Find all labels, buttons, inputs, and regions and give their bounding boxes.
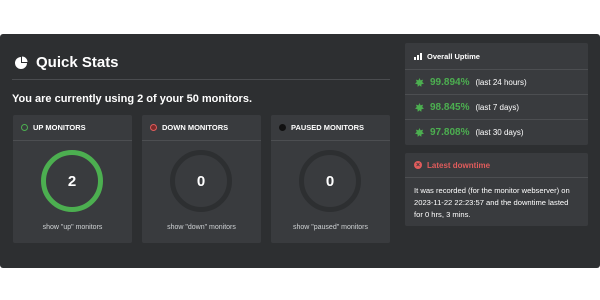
uptime-title: Overall Uptime <box>427 51 480 61</box>
uptime-row-7d: 98.845% (last 7 days) <box>405 95 588 120</box>
uptime-period: (last 24 hours) <box>475 77 527 87</box>
uptime-percent: 99.894% <box>430 76 470 88</box>
show-up-monitors-link[interactable]: show "up" monitors <box>13 224 132 231</box>
quick-stats-header: Quick Stats <box>14 54 119 71</box>
status-burst-icon <box>415 127 424 137</box>
status-burst-icon <box>415 102 424 112</box>
uptime-period: (last 7 days) <box>475 102 520 112</box>
card-title: PAUSED MONITORS <box>291 123 365 132</box>
usage-text: You are currently using 2 of your 50 mon… <box>12 93 253 105</box>
show-down-monitors-link[interactable]: show "down" monitors <box>142 224 261 231</box>
show-paused-monitors-link[interactable]: show "paused" monitors <box>271 224 390 231</box>
uptime-row-30d: 97.808% (last 30 days) <box>405 120 588 144</box>
downtime-header: × Latest downtime <box>405 153 588 178</box>
card-header: PAUSED MONITORS <box>271 115 390 141</box>
paused-count-ring: 0 <box>299 150 361 212</box>
up-monitors-card: UP MONITORS 2 show "up" monitors <box>13 115 132 243</box>
card-header: UP MONITORS <box>13 115 132 141</box>
downtime-title: Latest downtime <box>427 160 491 170</box>
bar-chart-icon <box>414 52 422 60</box>
paused-monitors-card: PAUSED MONITORS 0 show "paused" monitors <box>271 115 390 243</box>
pie-chart-icon <box>14 56 28 70</box>
downtime-description: It was recorded (for the monitor webserv… <box>414 186 570 219</box>
quick-stats-title: Quick Stats <box>36 54 119 71</box>
card-header: DOWN MONITORS <box>142 115 261 141</box>
alert-icon: × <box>414 161 422 169</box>
uptime-period: (last 30 days) <box>475 127 524 137</box>
uptime-row-24h: 99.894% (last 24 hours) <box>405 70 588 95</box>
uptime-percent: 97.808% <box>430 126 470 138</box>
down-monitors-card: DOWN MONITORS 0 show "down" monitors <box>142 115 261 243</box>
up-count-ring: 2 <box>41 150 103 212</box>
card-title: DOWN MONITORS <box>162 123 229 132</box>
status-dot-icon <box>21 124 28 131</box>
uptime-header: Overall Uptime <box>405 43 588 70</box>
divider <box>12 79 390 80</box>
card-title: UP MONITORS <box>33 123 86 132</box>
overall-uptime-card: Overall Uptime 99.894% (last 24 hours) 9… <box>405 43 588 145</box>
down-count-ring: 0 <box>170 150 232 212</box>
status-dot-icon <box>279 124 286 131</box>
uptime-percent: 98.845% <box>430 101 470 113</box>
latest-downtime-card: × Latest downtime It was recorded (for t… <box>405 153 588 226</box>
status-dot-icon <box>150 124 157 131</box>
status-burst-icon <box>415 77 424 87</box>
